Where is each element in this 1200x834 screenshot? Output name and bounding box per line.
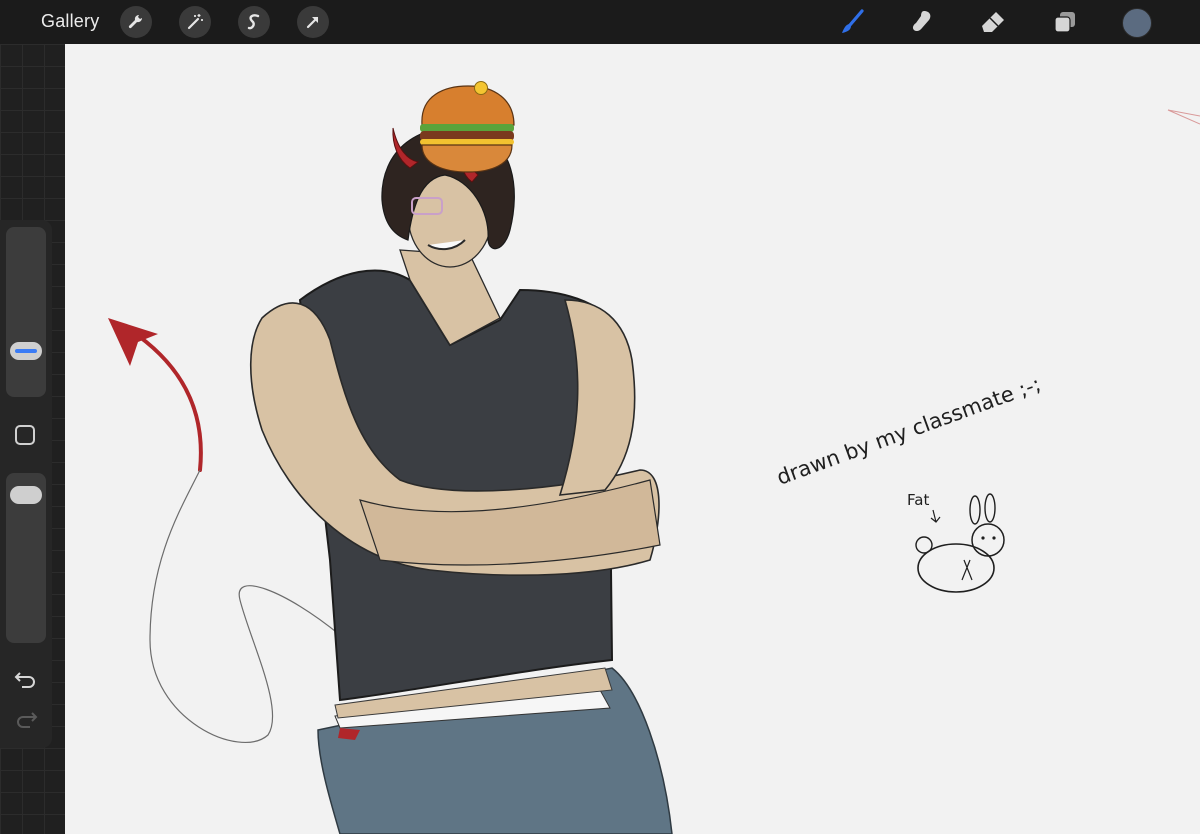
bunny-doodle: Fat <box>907 491 1005 593</box>
transform-arrow-icon[interactable] <box>297 6 329 38</box>
brush-size-slider[interactable] <box>6 227 46 397</box>
smudge-icon[interactable] <box>906 6 938 38</box>
wrench-icon[interactable] <box>120 6 152 38</box>
layers-icon[interactable] <box>1049 6 1081 38</box>
eraser-icon[interactable] <box>977 6 1009 38</box>
redo-icon[interactable] <box>14 708 38 733</box>
color-picker-swatch[interactable] <box>1122 8 1152 38</box>
brush-size-thumb[interactable] <box>10 342 42 361</box>
magic-wand-icon[interactable] <box>179 6 211 38</box>
svg-text:Fat: Fat <box>907 491 929 509</box>
brush-icon[interactable] <box>836 6 868 38</box>
opacity-thumb[interactable] <box>10 486 42 504</box>
selection-s-icon[interactable] <box>238 6 270 38</box>
gallery-button[interactable]: Gallery <box>41 11 99 32</box>
burger-drawing <box>420 81 515 173</box>
drawing-canvas[interactable]: drawn by my classmate ;-; Fat <box>65 44 1200 834</box>
square-icon[interactable] <box>15 425 35 445</box>
top-toolbar: Gallery <box>0 0 1200 44</box>
undo-icon[interactable] <box>14 668 38 693</box>
artwork: drawn by my classmate ;-; Fat <box>108 81 1200 834</box>
sidebar <box>0 220 52 748</box>
handwritten-note: drawn by my classmate ;-; <box>774 372 1044 490</box>
opacity-slider[interactable] <box>6 473 46 643</box>
